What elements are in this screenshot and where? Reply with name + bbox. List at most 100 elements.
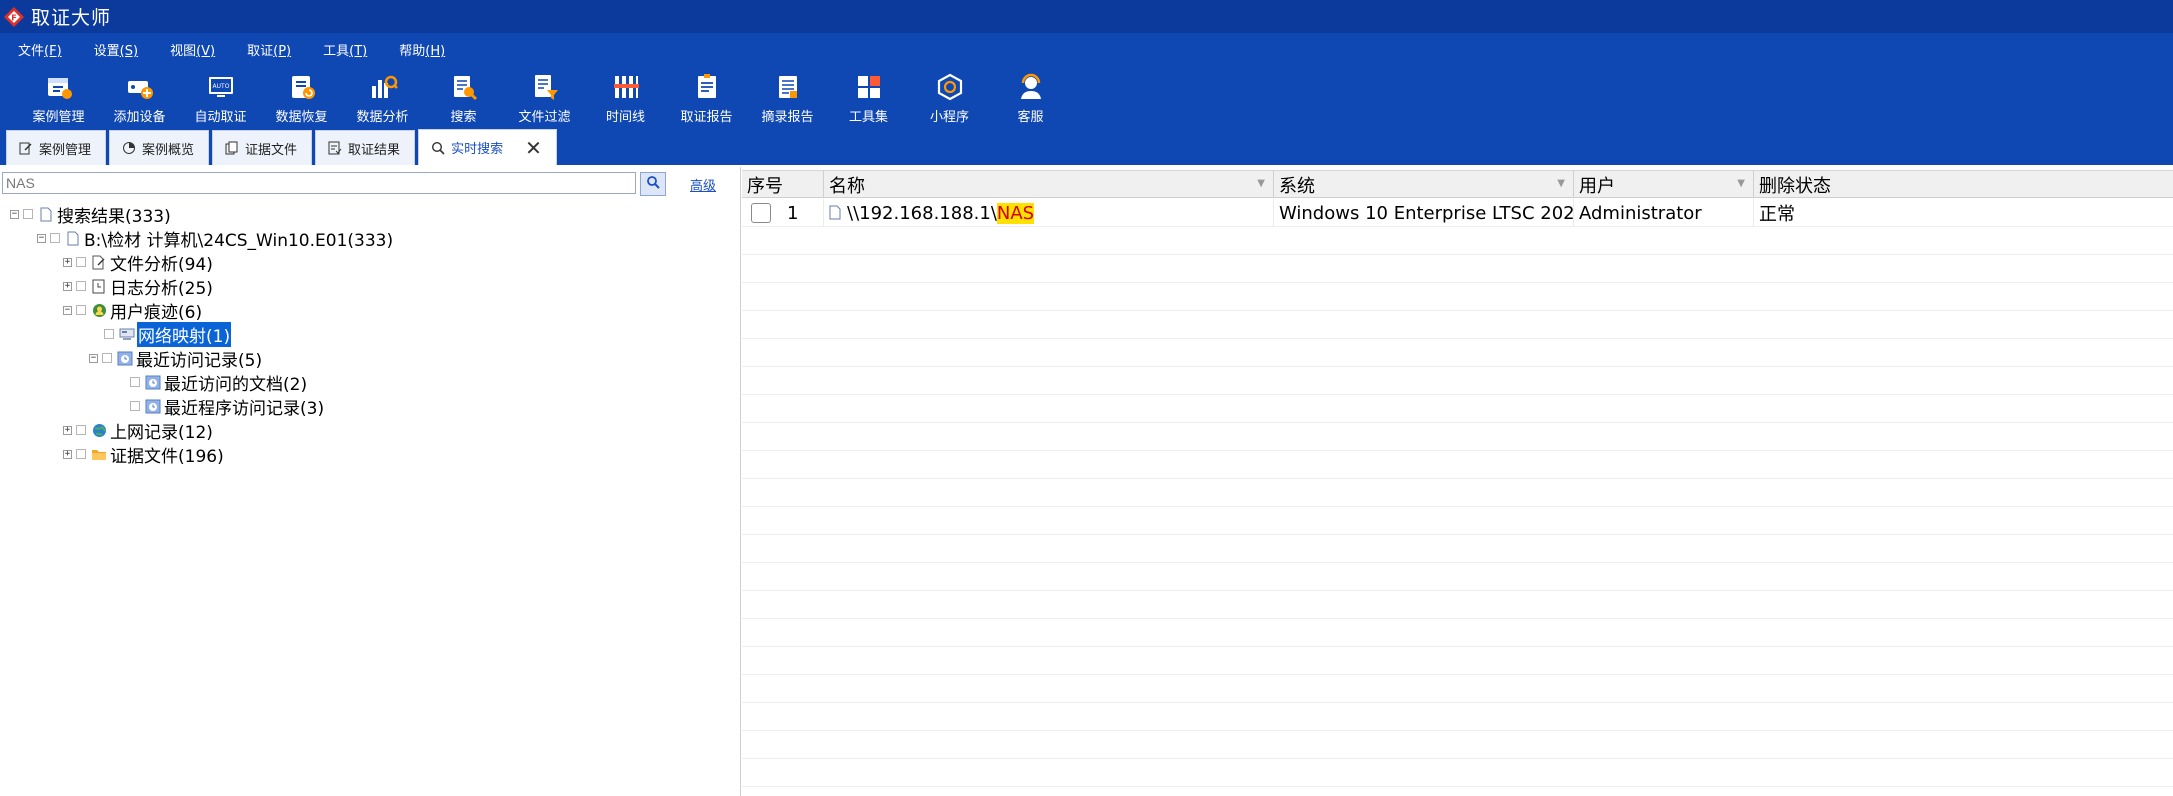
grid-header: 序号 名称 ▼ 系统 ▼ 用户 ▼ 删除状态 (742, 170, 2173, 198)
menu-file[interactable]: 文件(F) (18, 40, 62, 59)
empty-row (742, 227, 2173, 255)
tree-node-recent-docs[interactable]: 最近访问的文档(2) (130, 371, 308, 395)
tree-checkbox[interactable] (76, 281, 86, 291)
log-analysis-icon (91, 278, 107, 294)
menu-help[interactable]: 帮助(H) (399, 40, 445, 59)
empty-row (742, 535, 2173, 563)
menu-tools[interactable]: 工具(T) (323, 40, 367, 59)
svg-text:F: F (11, 13, 16, 22)
empty-row (742, 507, 2173, 535)
expand-icon[interactable]: + (63, 281, 72, 291)
tab-case-overview[interactable]: 案例概览 (109, 130, 210, 165)
filter-icon[interactable]: ▼ (1737, 178, 1745, 189)
auto-forensics-button[interactable]: AUTO 自动取证 (180, 66, 261, 129)
data-recovery-button[interactable]: 数据恢复 (261, 66, 342, 129)
mini-program-button[interactable]: 小程序 (909, 66, 990, 129)
column-header-index[interactable]: 序号 (742, 171, 824, 198)
tab-case-management[interactable]: 案例管理 (6, 130, 107, 165)
recent-access-icon (117, 350, 133, 366)
column-header-user[interactable]: 用户 ▼ (1574, 171, 1754, 198)
results-icon (328, 141, 342, 155)
tab-strip: 案例管理 案例概览 证据文件 取证结果 实时搜索 ✕ (0, 129, 2173, 165)
empty-row (742, 591, 2173, 619)
empty-row (742, 759, 2173, 787)
excerpt-report-button[interactable]: 摘录报告 (747, 66, 828, 129)
customer-service-button[interactable]: 客服 (990, 66, 1071, 129)
toolkit-button[interactable]: 工具集 (828, 66, 909, 129)
search-submit-button[interactable] (640, 172, 666, 196)
menu-settings[interactable]: 设置(S) (94, 40, 138, 59)
timeline-button[interactable]: 时间线 (585, 66, 666, 129)
column-header-name[interactable]: 名称 ▼ (824, 171, 1274, 198)
tree-node-file-analysis[interactable]: + 文件分析(94) (63, 251, 214, 275)
tree-node-evidence-files[interactable]: + 证据文件(196) (63, 443, 225, 467)
collapse-icon[interactable]: − (63, 305, 72, 315)
tree-checkbox[interactable] (23, 209, 33, 219)
collapse-icon[interactable]: − (37, 233, 46, 243)
advanced-search-link[interactable]: 高级 (690, 175, 716, 194)
tab-realtime-search[interactable]: 实时搜索 ✕ (418, 129, 557, 165)
tree-checkbox[interactable] (76, 449, 86, 459)
search-highlight: NAS (996, 202, 1035, 224)
add-device-button[interactable]: 添加设备 (99, 66, 180, 129)
tree-node-disk-image[interactable]: − B:\检材 计算机\24CS_Win10.E01(333) (37, 227, 394, 251)
tree-checkbox[interactable] (76, 425, 86, 435)
search-button[interactable]: 搜索 (423, 66, 504, 129)
case-management-button[interactable]: 案例管理 (18, 66, 99, 129)
forensic-report-button[interactable]: 取证报告 (666, 66, 747, 129)
row-name-cell: \\192.168.188.1\ NAS (824, 199, 1274, 227)
tree-node-log-analysis[interactable]: + 日志分析(25) (63, 275, 214, 299)
column-header-system[interactable]: 系统 ▼ (1274, 171, 1574, 198)
tree-checkbox[interactable] (50, 233, 60, 243)
tree-checkbox[interactable] (76, 257, 86, 267)
recent-program-icon (145, 398, 161, 414)
file-icon (829, 205, 843, 221)
tree-checkbox[interactable] (76, 305, 86, 315)
column-header-delete-status[interactable]: 删除状态 (1754, 171, 2173, 198)
file-filter-button[interactable]: 文件过滤 (504, 66, 585, 129)
close-icon[interactable]: ✕ (525, 138, 542, 158)
tree-checkbox[interactable] (102, 353, 112, 363)
expand-icon[interactable]: + (63, 425, 72, 435)
empty-row (742, 703, 2173, 731)
tree-node-search-results[interactable]: − 搜索结果(333) (10, 203, 172, 227)
title-bar: F 取证大师 (0, 0, 2173, 33)
timeline-icon (610, 71, 642, 103)
tree-node-recent-access[interactable]: − 最近访问记录(5) (89, 347, 263, 371)
empty-row (742, 339, 2173, 367)
collapse-icon[interactable]: − (89, 353, 98, 363)
search-icon (431, 141, 445, 155)
row-index-cell: 1 (742, 199, 824, 227)
row-checkbox[interactable] (751, 203, 771, 223)
tree-node-user-trace[interactable]: − 用户痕迹(6) (63, 299, 203, 323)
empty-row (742, 367, 2173, 395)
expand-icon[interactable]: + (63, 257, 72, 267)
tab-forensic-results[interactable]: 取证结果 (315, 130, 416, 165)
row-status-cell: 正常 (1759, 204, 1795, 225)
menu-view[interactable]: 视图(V) (170, 40, 215, 59)
tree-node-internet-records[interactable]: + 上网记录(12) (63, 419, 214, 443)
filter-icon[interactable]: ▼ (1557, 178, 1565, 189)
search-row: 高级 (0, 172, 741, 196)
menu-bar: 文件(F) 设置(S) 视图(V) 取证(P) 工具(T) 帮助(H) (0, 33, 2173, 66)
tree-node-recent-programs[interactable]: 最近程序访问记录(3) (130, 395, 325, 419)
search-input[interactable] (2, 172, 636, 194)
excerpt-report-icon (772, 71, 804, 103)
tree-checkbox[interactable] (130, 377, 140, 387)
grid-body: 1 \\192.168.188.1\ NAS Windows 10 Enterpr… (742, 199, 2173, 796)
tree-node-network-map[interactable]: 网络映射(1) (104, 321, 232, 347)
expand-icon[interactable]: + (63, 449, 72, 459)
tree-checkbox[interactable] (130, 401, 140, 411)
search-tree-panel: 高级 − 搜索结果(333) − B:\检材 计算机\24CS_Win10.E0… (0, 167, 741, 796)
tree-checkbox[interactable] (104, 329, 114, 339)
results-grid-panel: 序号 名称 ▼ 系统 ▼ 用户 ▼ 删除状态 1 \\192.168.188.1\ NA… (742, 167, 2173, 796)
filter-icon[interactable]: ▼ (1257, 178, 1265, 189)
collapse-icon[interactable]: − (10, 209, 19, 219)
file-analysis-icon (91, 254, 107, 270)
data-analysis-button[interactable]: 数据分析 (342, 66, 423, 129)
empty-row (742, 423, 2173, 451)
table-row[interactable]: 1 \\192.168.188.1\ NAS Windows 10 Enterpr… (742, 199, 2173, 227)
case-management-icon (43, 71, 75, 103)
tab-evidence-files[interactable]: 证据文件 (212, 130, 313, 165)
menu-forensics[interactable]: 取证(P) (247, 40, 291, 59)
